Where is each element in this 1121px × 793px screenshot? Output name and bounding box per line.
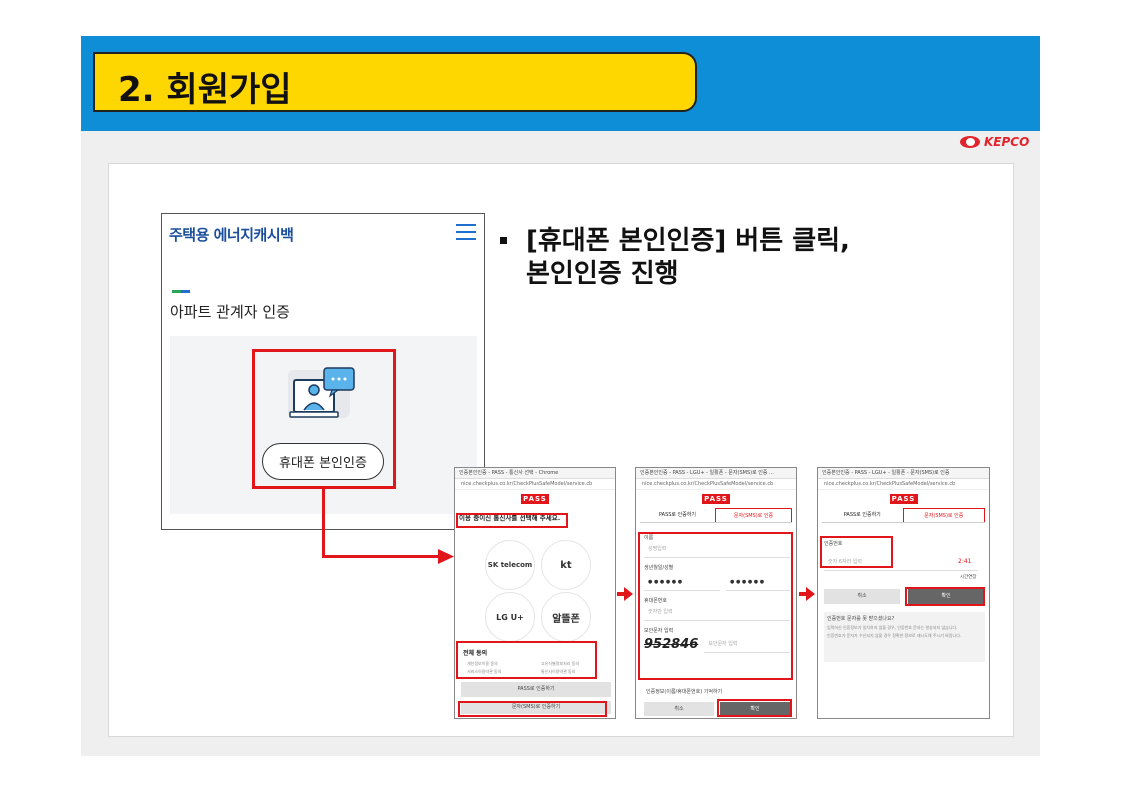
connector-line [322,489,325,558]
tab-sms[interactable]: 문자(SMS)로 인증 [902,508,985,522]
instruction-line-1: [휴대폰 본인인증] 버튼 클릭, [526,226,850,256]
screenshot-carrier-select: 인증본인인증 - PASS - 통신사 선택 - Chrome nice.che… [454,467,616,719]
kepco-logo: KEPCO [960,135,1029,149]
highlight-box-prompt [456,513,568,528]
highlight-box-code [820,536,893,568]
accent-line-blue [181,290,190,293]
help-line: 입력하신 인증정보가 일치하지 않을 경우, 인증번호 문자는 발송되지 않습니… [827,625,958,630]
connector-line [322,555,440,558]
url-bar: nice.checkplus.co.kr/CheckPlusSafeModel/… [455,479,615,490]
timer: 2:41 [958,558,972,565]
url-bar: nice.checkplus.co.kr/CheckPlusSafeModel/… [818,479,989,490]
highlight-box-auth [252,349,396,489]
site-subheading: 아파트 관계자 인증 [170,303,290,321]
hamburger-icon[interactable] [456,224,476,240]
auth-tabs: PASS로 인증하기 문자(SMS)로 인증 [640,508,792,523]
help-title: 인증번호 문자를 못 받으셨나요? [827,616,895,622]
arrow-right-icon [799,587,815,601]
carrier-sk[interactable]: SK telecom [485,540,535,590]
window-title: 인증본인인증 - PASS - LGU+ - 일활폰 - 문자(SMS)로 인증 [818,468,989,479]
page-title: 2. 회원가입 [118,70,292,110]
cancel-button[interactable]: 취소 [644,702,714,716]
arrow-right-icon [438,549,454,564]
highlight-box-agree [456,641,597,679]
instruction-line-2: 본인인증 진행 [526,259,679,289]
pass-logo: PASS [702,494,730,504]
pass-logo: PASS [889,494,918,504]
pass-logo: PASS [521,494,549,504]
highlight-box-confirm [717,699,792,717]
highlight-box-confirm [905,587,985,606]
carrier-mvno[interactable]: 알뜰폰 [541,592,591,642]
extend-time-link[interactable]: 시간연장 [960,574,977,580]
auth-tabs: PASS로 인증하기 문자(SMS)로 인증 [822,508,985,523]
kepco-logo-icon [960,136,980,148]
tab-sms[interactable]: 문자(SMS)로 인증 [715,508,792,522]
remember-checkbox[interactable]: 인증정보(이름/휴대폰번호) 기억하기 [646,688,722,695]
highlight-box-form [638,532,793,680]
highlight-box-sms [458,701,607,717]
window-title: 인증본인인증 - PASS - 통신사 선택 - Chrome [455,468,615,479]
site-brand[interactable]: 주택용 에너지캐시백 [169,224,294,245]
carrier-kt[interactable]: kt [541,540,591,590]
carrier-lgu[interactable]: LG U+ [485,592,535,642]
pass-auth-button[interactable]: PASS로 인증하기 [461,682,611,697]
bullet-icon [500,237,507,244]
arrow-right-icon [617,587,633,601]
help-line: 인증번호가 문자가 수신되지 않을 경우 정확한 정보로 재시도해 주시기 바랍… [827,633,962,638]
window-title: 인증본인인증 - PASS - LGU+ - 일활폰 - 문자(SMS)로 인증… [636,468,796,479]
tab-pass[interactable]: PASS로 인증하기 [822,508,903,522]
kepco-logo-text: KEPCO [984,135,1030,149]
url-bar: nice.checkplus.co.kr/CheckPlusSafeModel/… [636,479,796,490]
tab-pass[interactable]: PASS로 인증하기 [640,508,715,522]
cancel-button[interactable]: 취소 [824,589,900,604]
